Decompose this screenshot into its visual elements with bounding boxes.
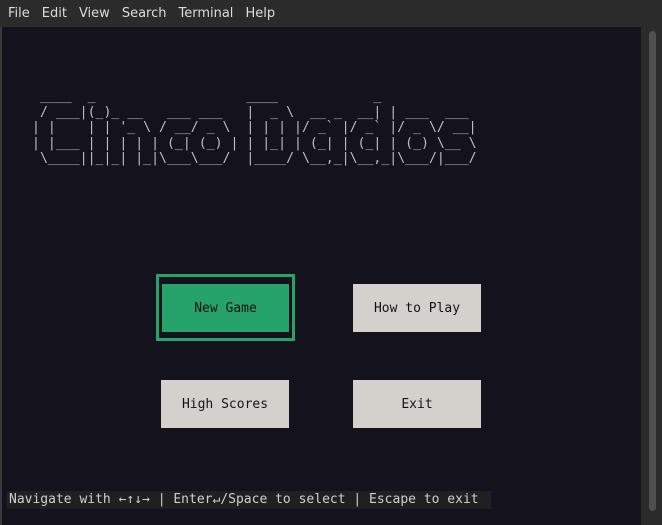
scrollbar-thumb[interactable] xyxy=(649,31,656,511)
how-to-play-button[interactable]: How to Play xyxy=(353,284,481,332)
menu-view[interactable]: View xyxy=(73,0,116,27)
high-scores-button[interactable]: High Scores xyxy=(161,380,289,428)
title-ascii-art: ____ _ ____ _ / ___|(_)_ __ ___ ___ | _ … xyxy=(32,89,477,167)
menu-help[interactable]: Help xyxy=(239,0,281,27)
exit-button[interactable]: Exit xyxy=(353,380,481,428)
scrollbar[interactable] xyxy=(641,27,662,525)
menu-search[interactable]: Search xyxy=(116,0,173,27)
menu-file[interactable]: File xyxy=(2,0,36,27)
terminal-border xyxy=(0,27,2,525)
menu-bar: File Edit View Search Terminal Help xyxy=(0,0,662,27)
new-game-button[interactable]: New Game xyxy=(162,284,289,332)
menu-terminal[interactable]: Terminal xyxy=(172,0,239,27)
menu-edit[interactable]: Edit xyxy=(36,0,73,27)
help-footer: Navigate with ←↑↓→ | Enter↵/Space to sel… xyxy=(7,491,491,509)
